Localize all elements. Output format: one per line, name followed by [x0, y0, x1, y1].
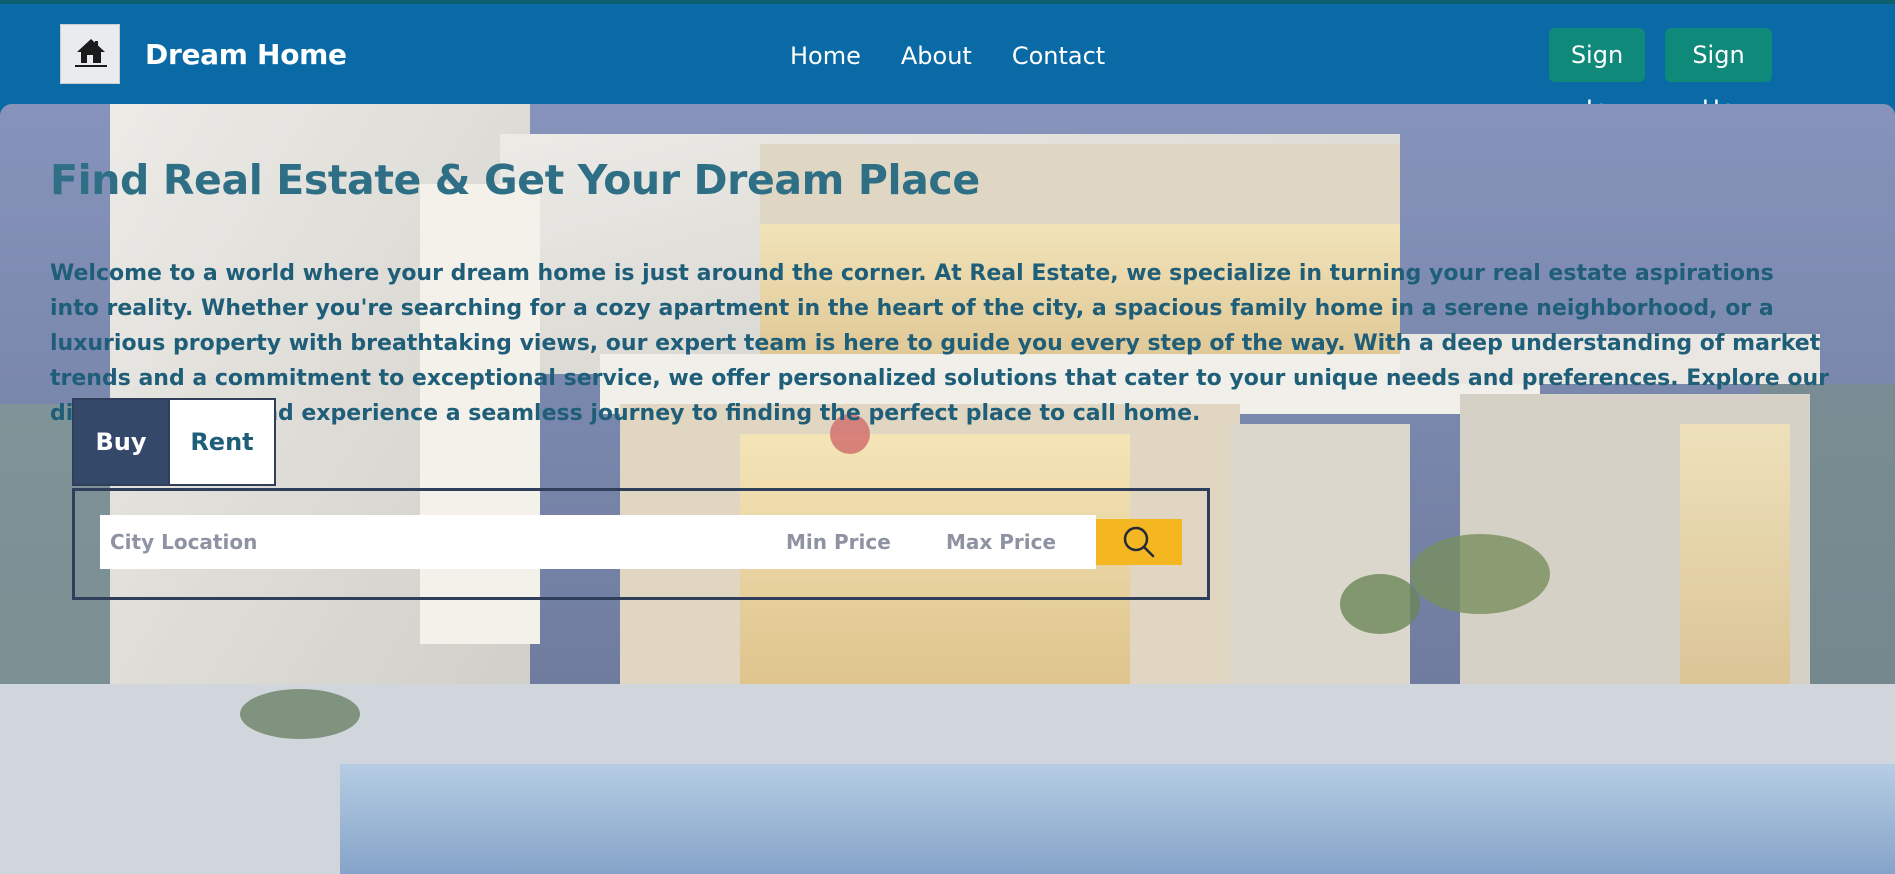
logo[interactable] [60, 24, 120, 84]
search-icon [1123, 526, 1155, 558]
hero-description: Welcome to a world where your dream home… [50, 261, 1829, 426]
sign-up-button[interactable]: Sign Up [1665, 28, 1772, 123]
tab-buy[interactable]: Buy [72, 398, 170, 486]
search-button[interactable] [1096, 519, 1182, 565]
house-logo-icon [75, 39, 107, 67]
nav-about[interactable]: About [901, 42, 972, 70]
site-header: Dream Home Home About Contact Sign In Si… [0, 4, 1895, 123]
hero-title: Find Real Estate & Get Your Dream Place [50, 156, 980, 204]
brand-name[interactable]: Dream Home [145, 38, 347, 71]
tab-rent[interactable]: Rent [170, 398, 276, 486]
nav-contact[interactable]: Contact [1012, 42, 1105, 70]
city-location-input[interactable] [100, 515, 760, 569]
nav-home[interactable]: Home [790, 42, 861, 70]
search-bar [100, 515, 1096, 569]
search-tabs: Buy Rent [72, 398, 276, 486]
sign-in-button[interactable]: Sign In [1549, 28, 1645, 123]
main-nav: Home About Contact [790, 42, 1145, 70]
max-price-input[interactable] [920, 515, 1080, 569]
min-price-input[interactable] [760, 515, 920, 569]
